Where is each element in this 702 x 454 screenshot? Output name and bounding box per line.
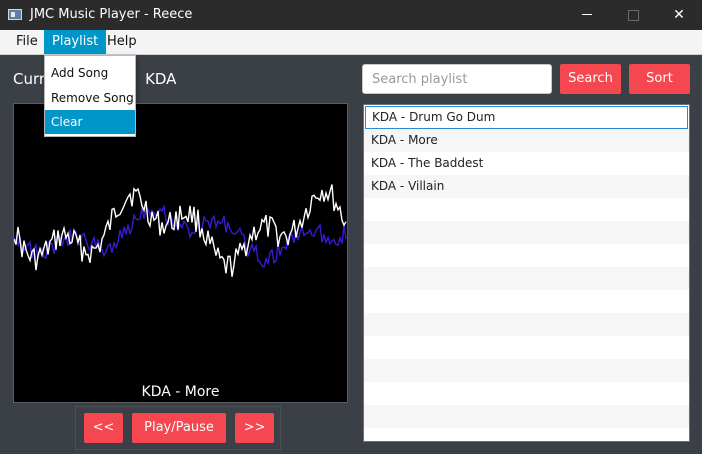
playlist-item[interactable]: KDA - The Baddest	[364, 152, 689, 175]
title-bar: JMC Music Player - Reece ✕	[0, 0, 702, 30]
playback-controls: << Play/Pause >>	[75, 406, 281, 450]
empty-row	[364, 221, 689, 244]
close-icon: ✕	[673, 7, 685, 23]
menu-bar: File Playlist Help	[0, 30, 702, 55]
empty-row	[364, 267, 689, 290]
empty-row	[364, 198, 689, 221]
search-button[interactable]: Search	[560, 64, 621, 94]
current-song-prefix: Curr	[13, 70, 46, 88]
waveform-visualizer: KDA - More	[13, 103, 348, 403]
empty-row	[364, 405, 689, 428]
empty-row	[364, 428, 689, 441]
menu-remove-song[interactable]: Remove Song	[45, 86, 135, 110]
close-button[interactable]: ✕	[656, 0, 702, 30]
sort-button[interactable]: Sort	[629, 64, 690, 94]
menu-clear[interactable]: Clear	[45, 110, 135, 134]
playlist-item[interactable]: KDA - Villain	[364, 175, 689, 198]
empty-row	[364, 336, 689, 359]
previous-button[interactable]: <<	[84, 413, 123, 443]
empty-row	[364, 382, 689, 405]
play-pause-button[interactable]: Play/Pause	[132, 413, 226, 443]
window-title: JMC Music Player - Reece	[30, 7, 193, 22]
search-input[interactable]	[362, 64, 552, 94]
menu-file[interactable]: File	[8, 30, 46, 54]
playlist-list[interactable]: KDA - Drum Go Dum KDA - More KDA - The B…	[363, 104, 690, 442]
app-icon	[8, 9, 22, 20]
current-song-artist: KDA	[145, 70, 177, 88]
empty-row	[364, 290, 689, 313]
minimize-icon	[582, 14, 592, 15]
playlist-dropdown-menu: Add Song Remove Song Clear	[44, 55, 136, 137]
empty-row	[364, 359, 689, 382]
playlist-item[interactable]: KDA - Drum Go Dum	[365, 106, 688, 129]
maximize-button[interactable]	[610, 0, 656, 30]
now-playing-label: KDA - More	[141, 384, 220, 400]
waveform-graph	[14, 184, 347, 277]
menu-playlist[interactable]: Playlist	[44, 30, 107, 54]
playlist-item[interactable]: KDA - More	[364, 129, 689, 152]
next-button[interactable]: >>	[235, 413, 274, 443]
menu-add-song[interactable]: Add Song	[45, 61, 135, 85]
empty-row	[364, 313, 689, 336]
menu-help[interactable]: Help	[99, 30, 145, 54]
minimize-button[interactable]	[564, 0, 610, 30]
maximize-icon	[628, 10, 639, 21]
empty-row	[364, 244, 689, 267]
